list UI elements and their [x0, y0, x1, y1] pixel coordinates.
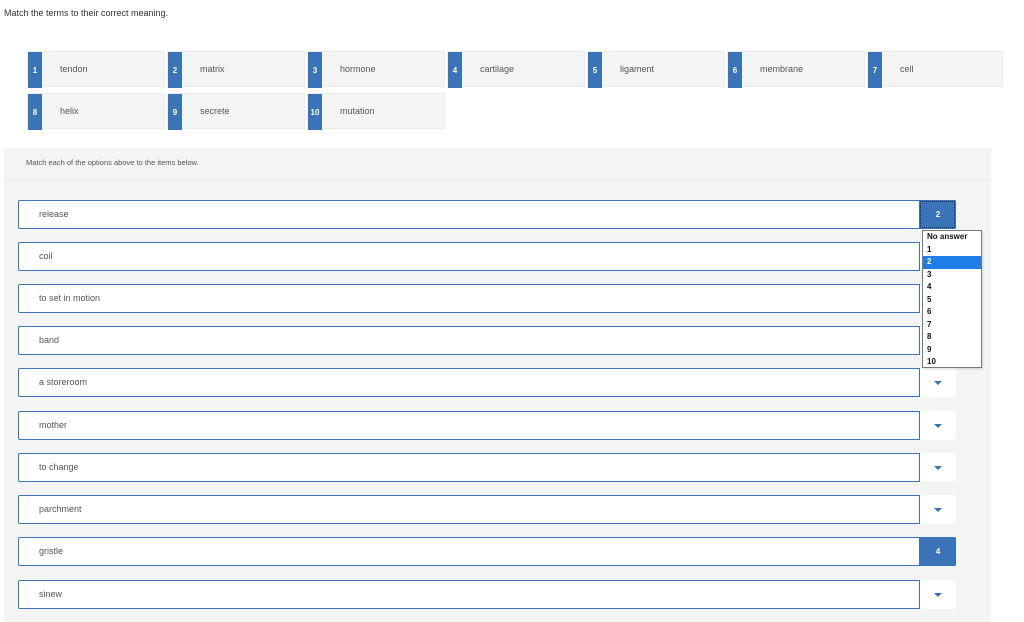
- match-row: parchment: [18, 495, 956, 524]
- answer-select[interactable]: [919, 580, 956, 609]
- term-number: 5: [588, 52, 602, 88]
- match-row: band: [18, 326, 956, 355]
- chevron-down-icon: [934, 507, 942, 512]
- term-tile[interactable]: 5 ligament: [587, 51, 725, 88]
- term-tile[interactable]: 4 cartilage: [447, 51, 585, 88]
- term-tile[interactable]: 6 membrane: [727, 51, 865, 88]
- item-label: release: [39, 209, 69, 219]
- term-tile[interactable]: 1 tendon: [27, 51, 165, 88]
- question-prompt: Match the terms to their correct meaning…: [4, 8, 169, 18]
- term-number: 6: [728, 52, 742, 88]
- answer-select[interactable]: [919, 368, 956, 397]
- match-row: gristle 4: [18, 537, 956, 566]
- term-tile[interactable]: 2 matrix: [167, 51, 305, 88]
- answer-select[interactable]: [919, 411, 956, 440]
- chevron-down-icon: [934, 423, 942, 428]
- item-label: mother: [39, 420, 68, 430]
- match-instruction: Match each of the options above to the i…: [26, 158, 199, 167]
- dropdown-option[interactable]: 4: [923, 281, 981, 294]
- term-tile[interactable]: 8 helix: [27, 93, 165, 130]
- answer-select[interactable]: 4: [919, 537, 956, 566]
- term-label: hormone: [340, 64, 376, 74]
- dropdown-option[interactable]: 8: [923, 331, 981, 344]
- term-label: membrane: [760, 64, 804, 74]
- term-label: helix: [60, 106, 79, 116]
- dropdown-option[interactable]: No answer: [923, 231, 981, 244]
- term-number: 10: [308, 94, 322, 130]
- dropdown-option[interactable]: 9: [923, 344, 981, 357]
- term-number: 3: [308, 52, 322, 88]
- answer-select[interactable]: 2: [919, 200, 956, 229]
- dropdown-option[interactable]: 10: [923, 356, 981, 369]
- match-row: to set in motion: [18, 284, 956, 313]
- item-label: coil: [39, 251, 53, 261]
- term-number: 4: [448, 52, 462, 88]
- match-row: sinew: [18, 580, 956, 609]
- term-label: cartilage: [480, 64, 515, 74]
- chevron-down-icon: [934, 592, 942, 597]
- dropdown-option[interactable]: 1: [923, 244, 981, 257]
- dropdown-option[interactable]: 3: [923, 269, 981, 282]
- item-label: a storeroom: [39, 377, 88, 387]
- term-number: 2: [168, 52, 182, 88]
- term-tile[interactable]: 9 secrete: [167, 93, 305, 130]
- term-tile[interactable]: 3 hormone: [307, 51, 445, 88]
- dropdown-option[interactable]: 5: [923, 294, 981, 307]
- term-label: ligament: [620, 64, 655, 74]
- term-number: 8: [28, 94, 42, 130]
- match-row: to change: [18, 453, 956, 482]
- term-number: 9: [168, 94, 182, 130]
- term-label: mutation: [340, 106, 375, 116]
- match-row: a storeroom: [18, 368, 956, 397]
- dropdown-option-highlighted[interactable]: 2: [923, 256, 981, 269]
- divider: [4, 180, 991, 181]
- item-label: to set in motion: [39, 293, 101, 303]
- term-tile[interactable]: 7 cell: [867, 51, 1003, 88]
- answer-dropdown-list: No answer 1 2 3 4 5 6 7 8 9 10: [922, 230, 982, 368]
- item-label: gristle: [39, 546, 64, 556]
- match-row: release 2: [18, 200, 956, 229]
- item-label: parchment: [39, 504, 82, 514]
- item-label: to change: [39, 462, 79, 472]
- item-label: sinew: [39, 589, 63, 599]
- match-row: coil: [18, 242, 956, 271]
- term-label: cell: [900, 64, 914, 74]
- chevron-down-icon: [934, 465, 942, 470]
- term-label: secrete: [200, 106, 230, 116]
- item-label: band: [39, 335, 60, 345]
- term-number: 1: [28, 52, 42, 88]
- term-label: tendon: [60, 64, 88, 74]
- term-tile[interactable]: 10 mutation: [307, 93, 445, 130]
- dropdown-option[interactable]: 6: [923, 306, 981, 319]
- term-label: matrix: [200, 64, 225, 74]
- answer-select[interactable]: [919, 453, 956, 482]
- dropdown-option[interactable]: 7: [923, 319, 981, 332]
- term-number: 7: [868, 52, 882, 88]
- chevron-down-icon: [934, 380, 942, 385]
- answer-select[interactable]: [919, 495, 956, 524]
- match-row: mother: [18, 411, 956, 440]
